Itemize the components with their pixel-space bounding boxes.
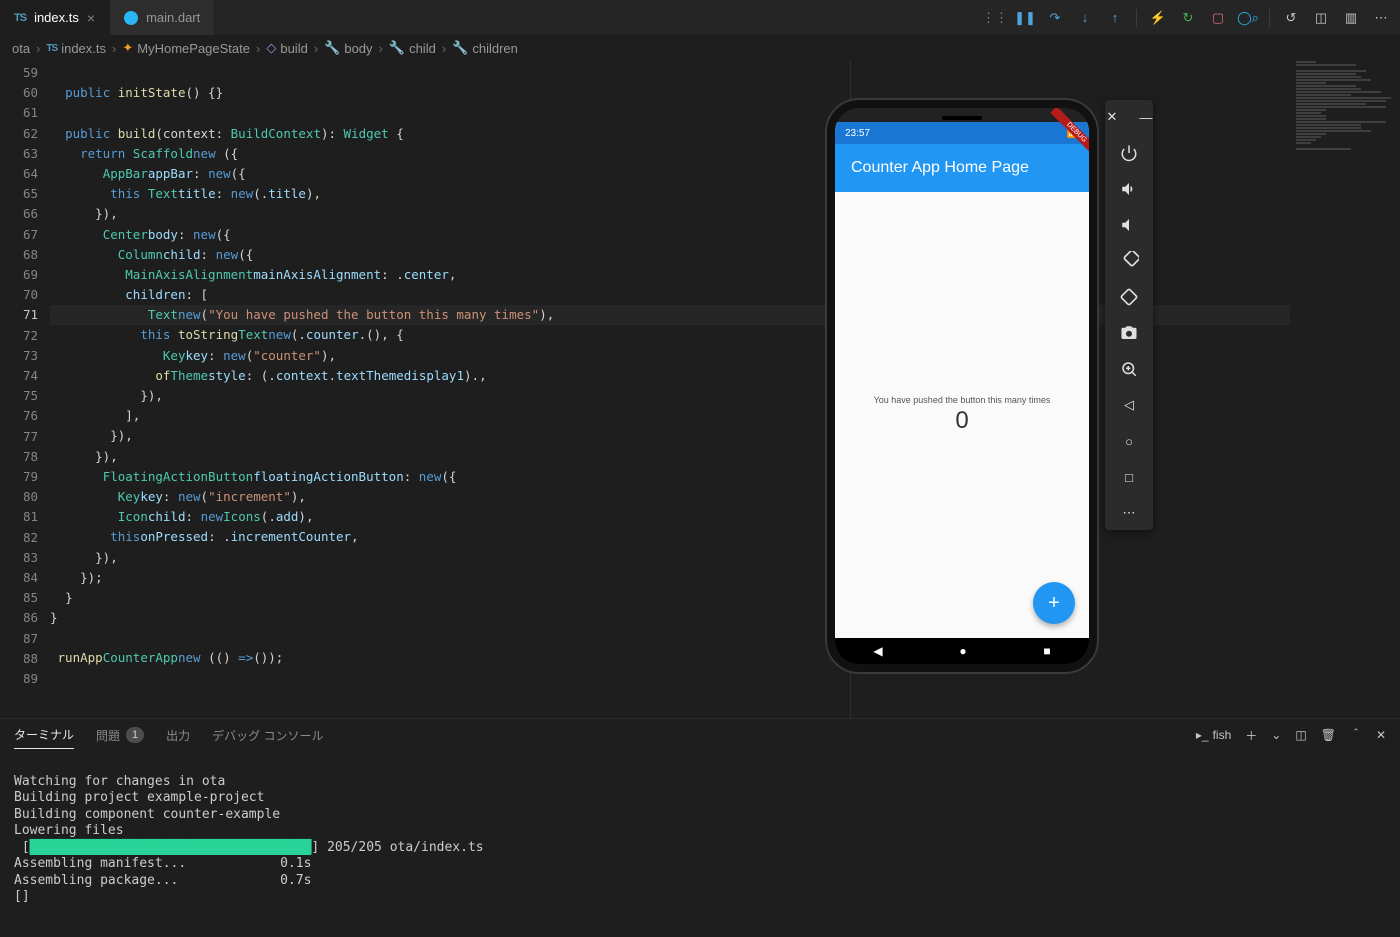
recents-icon[interactable]: ■ xyxy=(1043,644,1050,658)
chevron-right-icon: › xyxy=(379,41,383,56)
dart-icon xyxy=(124,11,138,25)
panel-tab-debug-console[interactable]: デバッグ コンソール xyxy=(212,722,323,749)
property-icon: 🔧 xyxy=(324,40,340,56)
terminal-icon: ▸_ xyxy=(1196,728,1209,742)
breadcrumb-item[interactable]: ✦MyHomePageState xyxy=(122,40,250,56)
editor-tab-bar: TS index.ts × main.dart ⋮⋮ ❚❚ ↷ ↓ ↑ ⚡ ↻ … xyxy=(0,0,1400,35)
step-out-icon[interactable]: ↑ xyxy=(1106,9,1124,27)
chevron-right-icon: › xyxy=(256,41,260,56)
problems-count-badge: 1 xyxy=(126,727,144,743)
breadcrumb-item[interactable]: 🔧body xyxy=(324,40,372,56)
close-panel-icon[interactable]: ✕ xyxy=(1376,728,1386,742)
status-time: 23:57 xyxy=(845,128,870,139)
phone-screen[interactable]: 23:57 📶 DEBUG Counter App Home Page You … xyxy=(835,122,1089,638)
breadcrumb-item[interactable]: ota xyxy=(12,41,30,56)
method-icon: ◇ xyxy=(266,40,276,56)
emulator-toolbar: ✕ — ◁ ○ □ ⋯ xyxy=(1105,100,1153,530)
android-nav-bar: ◀ ● ■ xyxy=(835,638,1089,664)
chevron-right-icon: › xyxy=(442,41,446,56)
panel-tab-terminal[interactable]: ターミナル xyxy=(14,721,74,749)
maximize-panel-icon[interactable]: ＾ xyxy=(1350,727,1362,744)
typescript-icon: TS xyxy=(14,12,26,24)
chevron-right-icon: › xyxy=(112,41,116,56)
bottom-panel: ターミナル 問題1 出力 デバッグ コンソール ▸_fish ＋ ⌄ ◫ 🗑 ＾… xyxy=(0,718,1400,937)
phone-frame: 23:57 📶 DEBUG Counter App Home Page You … xyxy=(827,100,1097,672)
new-terminal-icon[interactable]: ＋ xyxy=(1245,727,1257,744)
stop-icon[interactable]: ▢ xyxy=(1209,9,1227,27)
split-terminal-icon[interactable]: ◫ xyxy=(1295,728,1306,742)
breadcrumb-item[interactable]: 🔧child xyxy=(389,40,436,56)
line-number-gutter: 5960616263646566676869707172737475767778… xyxy=(0,61,50,718)
pause-icon[interactable]: ❚❚ xyxy=(1016,9,1034,27)
debug-toolbar: ⋮⋮ ❚❚ ↷ ↓ ↑ ⚡ ↻ ▢ ◯⌕ ↺ ◫ ▥ ⋯ xyxy=(976,0,1400,35)
volume-up-icon[interactable] xyxy=(1118,178,1140,200)
fab-increment[interactable]: + xyxy=(1033,582,1075,624)
close-emulator-icon[interactable]: ✕ xyxy=(1101,106,1123,128)
panel-tab-problems[interactable]: 問題1 xyxy=(96,722,144,749)
property-icon: 🔧 xyxy=(389,40,405,56)
more-icon[interactable]: ⋯ xyxy=(1372,9,1390,27)
more-options-icon[interactable]: ⋯ xyxy=(1118,502,1140,524)
terminal-shell-select[interactable]: ▸_fish xyxy=(1196,728,1231,742)
chevron-right-icon: › xyxy=(36,41,40,56)
home-icon[interactable]: ● xyxy=(959,644,966,658)
minimap[interactable] xyxy=(1290,61,1400,718)
close-icon[interactable]: × xyxy=(87,11,95,25)
tab-label: main.dart xyxy=(146,10,200,25)
class-icon: ✦ xyxy=(122,40,133,56)
kill-terminal-icon[interactable]: 🗑 xyxy=(1321,728,1336,742)
nav-home-icon[interactable]: ○ xyxy=(1118,430,1140,452)
panel-tab-output[interactable]: 出力 xyxy=(166,722,190,749)
breadcrumb: ota › TSindex.ts › ✦MyHomePageState › ◇b… xyxy=(0,35,1400,61)
android-status-bar: 23:57 📶 DEBUG xyxy=(835,122,1089,144)
volume-down-icon[interactable] xyxy=(1118,214,1140,236)
step-over-icon[interactable]: ↷ xyxy=(1046,9,1064,27)
rotate-left-icon[interactable] xyxy=(1118,250,1140,272)
zoom-icon[interactable] xyxy=(1118,358,1140,380)
nav-overview-icon[interactable]: □ xyxy=(1118,466,1140,488)
app-body: You have pushed the button this many tim… xyxy=(835,192,1089,638)
power-icon[interactable] xyxy=(1118,142,1140,164)
nav-back-icon[interactable]: ◁ xyxy=(1118,394,1140,416)
editor[interactable]: 5960616263646566676869707172737475767778… xyxy=(0,61,1400,718)
tab-main-dart[interactable]: main.dart xyxy=(110,0,215,35)
code-content[interactable]: public initState() {} public build(conte… xyxy=(50,61,1400,718)
screenshot-icon[interactable] xyxy=(1118,322,1140,344)
app-bar: Counter App Home Page xyxy=(835,144,1089,192)
history-icon[interactable]: ↺ xyxy=(1282,9,1300,27)
breadcrumb-item[interactable]: ◇build xyxy=(266,40,307,56)
breadcrumb-item[interactable]: TSindex.ts xyxy=(46,41,106,56)
property-icon: 🔧 xyxy=(452,40,468,56)
hot-reload-icon[interactable]: ⚡ xyxy=(1149,9,1167,27)
android-emulator: 23:57 📶 DEBUG Counter App Home Page You … xyxy=(827,100,1097,672)
minimize-emulator-icon[interactable]: — xyxy=(1135,106,1157,128)
tab-index-ts[interactable]: TS index.ts × xyxy=(0,0,110,35)
breadcrumb-item[interactable]: 🔧children xyxy=(452,40,518,56)
split-terminal-dropdown-icon[interactable]: ⌄ xyxy=(1271,728,1281,742)
counter-value: 0 xyxy=(955,407,968,435)
typescript-icon: TS xyxy=(46,43,57,54)
tab-label: index.ts xyxy=(34,10,79,25)
layout-icon[interactable]: ▥ xyxy=(1342,9,1360,27)
restart-icon[interactable]: ↻ xyxy=(1179,9,1197,27)
devtools-icon[interactable]: ◯⌕ xyxy=(1239,9,1257,27)
back-icon[interactable]: ◀ xyxy=(873,644,882,658)
drag-handle-icon[interactable]: ⋮⋮ xyxy=(986,9,1004,27)
terminal-output[interactable]: Watching for changes in ota Building pro… xyxy=(0,751,1400,928)
rotate-right-icon[interactable] xyxy=(1118,286,1140,308)
split-editor-icon[interactable]: ◫ xyxy=(1312,9,1330,27)
body-text: You have pushed the button this many tim… xyxy=(874,395,1051,405)
chevron-right-icon: › xyxy=(314,41,318,56)
step-into-icon[interactable]: ↓ xyxy=(1076,9,1094,27)
panel-tab-bar: ターミナル 問題1 出力 デバッグ コンソール ▸_fish ＋ ⌄ ◫ 🗑 ＾… xyxy=(0,719,1400,751)
app-title: Counter App Home Page xyxy=(851,159,1029,177)
